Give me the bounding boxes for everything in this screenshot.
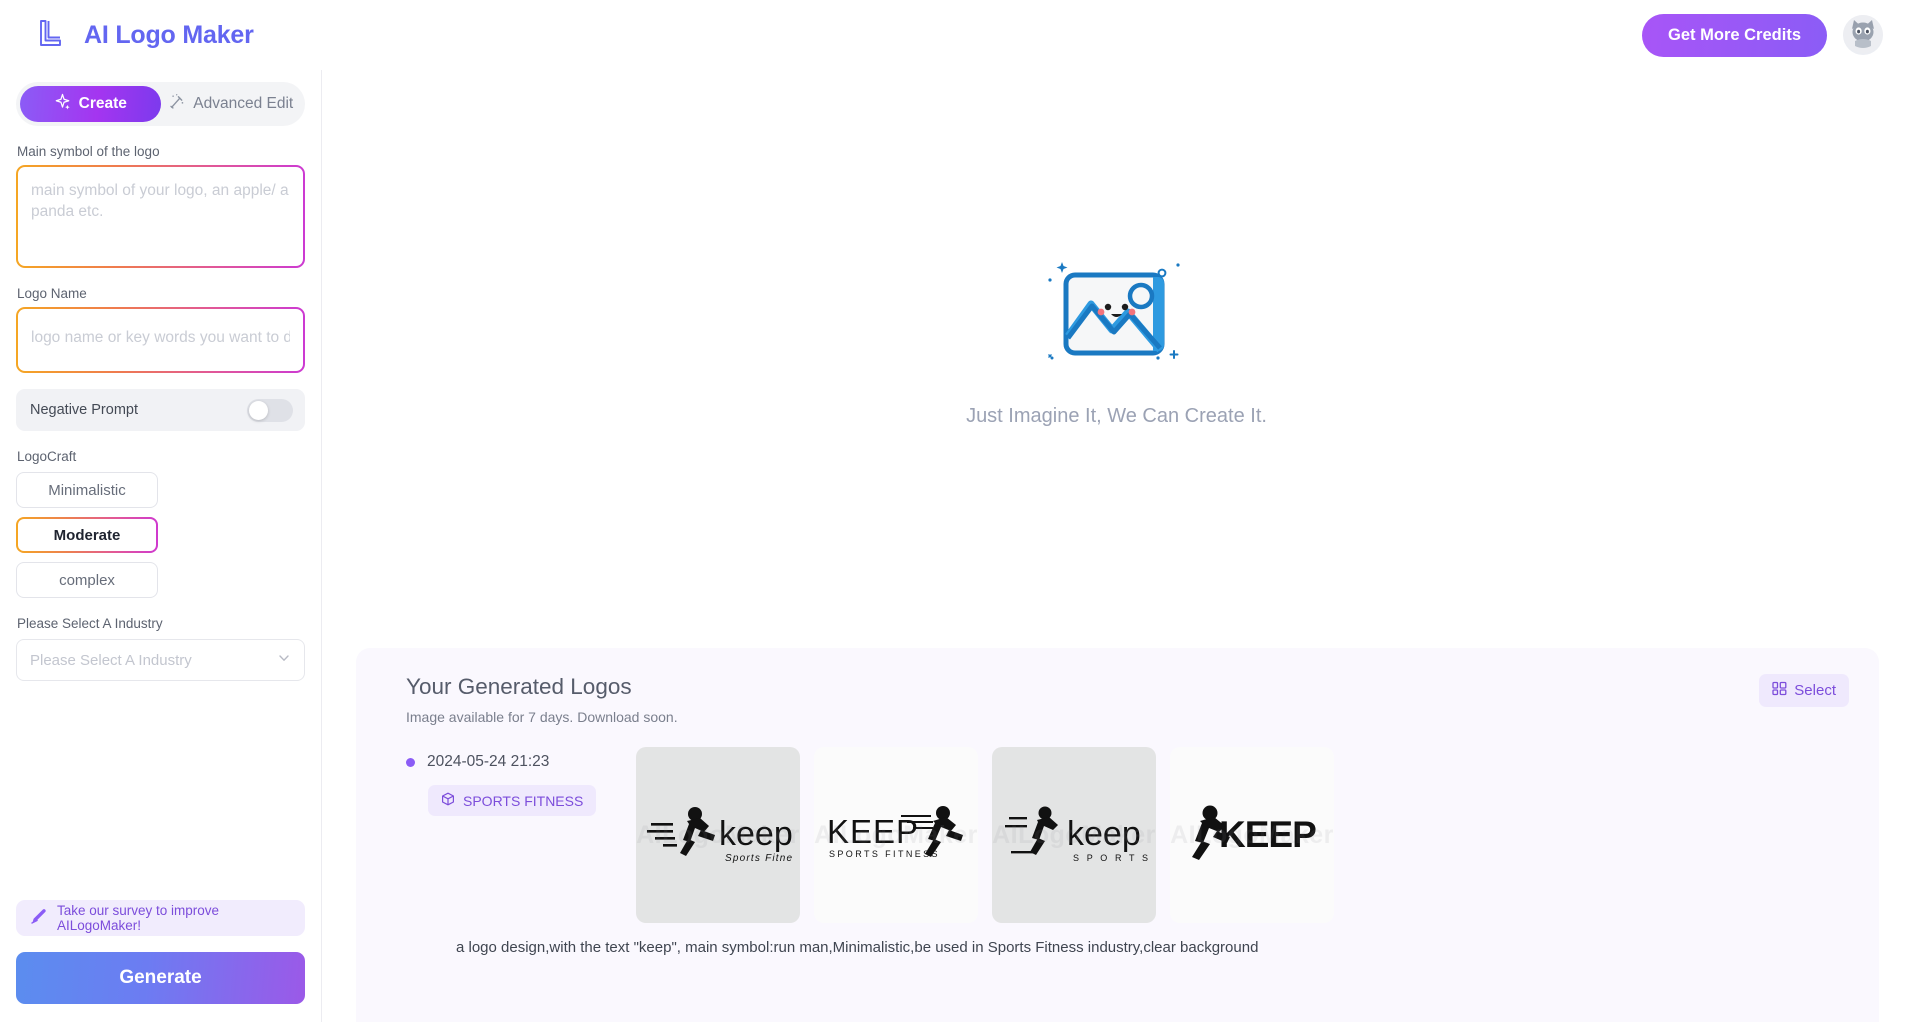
thumb-logo-tagline: Sports Fitness	[725, 853, 793, 864]
logo-thumbnail[interactable]: AILogoMaker keep Sports Fitne	[636, 747, 800, 923]
logo-name-field-wrapper	[16, 307, 305, 373]
logocraft-option-minimalistic[interactable]: Minimalistic	[16, 472, 158, 508]
thumb-logo-name: KEEP	[827, 813, 919, 850]
logocraft-options: Minimalistic Moderate complex	[16, 472, 305, 598]
thumbnail-list: AILogoMaker keep Sports Fitne AILogoMake…	[636, 747, 1334, 923]
industry-tag-label: SPORTS FITNESS	[463, 792, 584, 809]
negative-prompt-toggle[interactable]	[247, 398, 293, 422]
brand-title: AI Logo Maker	[84, 20, 254, 49]
logo-l-mark-icon	[36, 18, 70, 52]
user-avatar-cat-icon	[1843, 15, 1883, 55]
thumb-logo-name: keep	[1067, 815, 1141, 853]
results-title: Your Generated Logos	[406, 674, 632, 699]
main-symbol-field-wrapper	[16, 165, 305, 268]
sparkle-icon	[54, 93, 71, 115]
cube-icon	[441, 792, 455, 809]
app-header: AI Logo Maker Get More Credits	[0, 0, 1911, 70]
main-symbol-label: Main symbol of the logo	[17, 144, 160, 159]
logo-name-input[interactable]	[18, 309, 303, 371]
empty-state-caption: Just Imagine It, We Can Create It.	[966, 405, 1267, 427]
result-prompt-caption: a logo design,with the text "keep", main…	[456, 939, 1259, 956]
header-actions: Get More Credits	[1642, 13, 1883, 57]
avatar[interactable]	[1843, 15, 1883, 55]
thumb-logo-name: KEEP	[1219, 814, 1316, 855]
result-timestamp-row: 2024-05-24 21:23	[406, 753, 636, 771]
select-button[interactable]: Select	[1759, 674, 1849, 707]
industry-select[interactable]: Please Select A Industry	[16, 639, 305, 681]
body: Create Advanced Edit Main symbol of the …	[0, 70, 1911, 1022]
grid-select-icon	[1772, 681, 1787, 700]
select-button-label: Select	[1794, 682, 1836, 699]
logocraft-option-complex[interactable]: complex	[16, 562, 158, 598]
generate-button[interactable]: Generate	[16, 952, 305, 1004]
brand[interactable]: AI Logo Maker	[36, 18, 254, 52]
industry-tag[interactable]: SPORTS FITNESS	[428, 785, 597, 816]
main-symbol-input[interactable]	[18, 167, 303, 261]
thumb-logo-tagline: S P O R T S	[1073, 853, 1149, 863]
tab-advanced-edit-label: Advanced Edit	[193, 95, 294, 112]
main-content: Just Imagine It, We Can Create It. Your …	[322, 70, 1911, 1022]
logo-name-label: Logo Name	[17, 286, 87, 301]
chevron-down-icon	[277, 651, 291, 670]
logocraft-label: LogoCraft	[17, 449, 77, 464]
magic-wand-icon	[168, 93, 185, 115]
app-root: AI Logo Maker Get More Credits Create Ad…	[0, 0, 1911, 1022]
result-timestamp: 2024-05-24 21:23	[427, 753, 550, 770]
result-row: 2024-05-24 21:23 SPORTS FITNESS AILogoMa…	[406, 747, 1849, 923]
tab-advanced-edit[interactable]: Advanced Edit	[161, 86, 302, 122]
results-subtitle: Image available for 7 days. Download soo…	[406, 709, 678, 725]
survey-banner-text: Take our survey to improve AILogoMaker!	[57, 903, 220, 933]
negative-prompt-row[interactable]: Negative Prompt	[16, 389, 305, 431]
survey-banner[interactable]: Take our survey to improve AILogoMaker!	[16, 900, 305, 936]
logocraft-option-moderate[interactable]: Moderate	[18, 519, 156, 551]
get-more-credits-button[interactable]: Get More Credits	[1642, 13, 1827, 57]
sidebar: Create Advanced Edit Main symbol of the …	[0, 70, 322, 1022]
results-header: Your Generated Logos Image available for…	[406, 674, 1849, 725]
tab-create[interactable]: Create	[20, 86, 161, 122]
logo-thumbnail[interactable]: AILogoMaker KEEP	[1170, 747, 1334, 923]
industry-select-placeholder: Please Select A Industry	[30, 651, 192, 669]
empty-state: Just Imagine It, We Can Create It.	[322, 70, 1911, 648]
logo-thumbnail[interactable]: AILogoMaker KEEP SPORTS FITNESS	[814, 747, 978, 923]
results-panel: Your Generated Logos Image available for…	[356, 648, 1879, 1022]
tab-create-label: Create	[78, 95, 127, 112]
result-meta: 2024-05-24 21:23 SPORTS FITNESS	[406, 747, 636, 923]
logocraft-option-moderate-wrapper: Moderate	[16, 517, 158, 553]
thumb-logo-tagline: SPORTS FITNESS	[829, 849, 940, 859]
thumb-logo-name: keep	[719, 815, 793, 853]
industry-label: Please Select A Industry	[17, 616, 163, 631]
survey-pen-icon	[30, 907, 48, 930]
logo-thumbnail[interactable]: AILogoMaker keep S P O R T S	[992, 747, 1156, 923]
image-placeholder-smiley-icon	[1042, 250, 1192, 375]
sidebar-tabs: Create Advanced Edit	[16, 82, 305, 126]
negative-prompt-label: Negative Prompt	[30, 402, 138, 418]
status-dot-icon	[406, 757, 415, 767]
results-header-text: Your Generated Logos Image available for…	[406, 674, 678, 725]
